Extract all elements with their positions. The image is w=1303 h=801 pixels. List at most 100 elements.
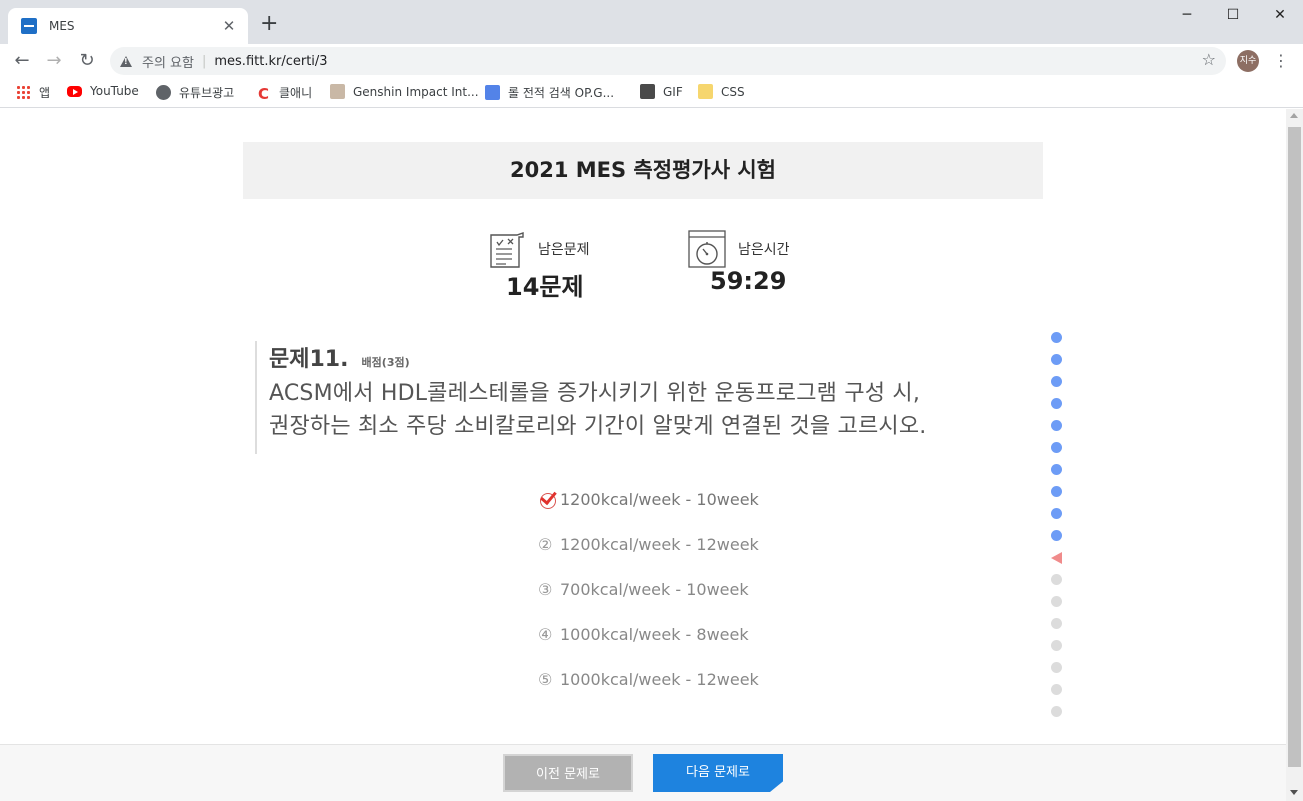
omnibox-divider: | [201,53,207,69]
bookmark-label: GIF [663,84,683,99]
question-score: 배점(3점) [361,356,410,369]
gif-icon [640,84,655,99]
answer-option-4[interactable]: ④ 1000kcal/week - 8week [538,622,749,646]
question-block: 문제11. 배점(3점) ACSM에서 HDL콜레스테롤을 증가시키기 위한 운… [255,341,1015,454]
apps-grid-icon [16,85,31,100]
bookmark-label: 유튜브광고 [179,86,235,100]
answer-option-text: 1000kcal/week - 12week [560,669,759,689]
site-favicon-icon [21,18,37,34]
remaining-time-box: 남은시간 59:29 [688,227,818,307]
globe-icon [156,85,171,100]
answer-option-text: 1200kcal/week - 10week [560,489,759,509]
question-nav-dot-10[interactable] [1051,530,1062,541]
bookmark-star-icon[interactable]: ☆ [1202,50,1216,69]
question-nav-dot-5[interactable] [1051,420,1062,431]
question-nav-dot-3[interactable] [1051,376,1062,387]
profile-avatar[interactable]: 지수 [1237,50,1259,72]
tab-title: MES [49,19,75,33]
question-nav-dot-15[interactable] [1051,640,1062,651]
next-question-button[interactable]: 다음 문제로 [653,754,783,792]
answer-option-2[interactable]: ② 1200kcal/week - 12week [538,532,759,556]
bookmark-label: CSS [721,84,745,99]
remaining-questions-value: 14문제 [506,273,584,301]
question-text-line-2: 권장하는 최소 주당 소비칼로리와 기간이 알맞게 연결된 것을 고르시오. [269,414,927,439]
bookmark-label: 클애니 [279,86,313,100]
question-nav-dot-6[interactable] [1051,442,1062,453]
bookmark-apps[interactable]: 앱 [16,84,50,101]
bookmark-clani[interactable]: C 클애니 [256,84,313,103]
remaining-questions-box: 남은문제 14문제 [488,227,618,307]
stopwatch-icon [688,230,726,268]
option-number: ⑤ [538,669,553,689]
answer-option-1[interactable]: 1200kcal/week - 10week [538,487,759,511]
answer-option-5[interactable]: ⑤ 1000kcal/week - 12week [538,667,759,691]
url-text[interactable]: mes.fitt.kr/certi/3 [214,54,327,69]
question-nav-dot-8[interactable] [1051,486,1062,497]
bookmark-youtube[interactable]: YouTube [67,84,139,98]
remaining-time-value: 59:29 [710,267,787,295]
browser-tab[interactable]: MES ✕ [8,8,248,44]
exam-title: 2021 MES 측정평가사 시험 [243,142,1043,199]
bookmark-label: 앱 [39,86,51,100]
genshin-icon [330,84,345,99]
youtube-icon [67,85,82,97]
maximize-icon[interactable]: ☐ [1210,4,1256,26]
previous-question-button[interactable]: 이전 문제로 [503,754,633,792]
forward-arrow-icon[interactable]: → [41,48,67,74]
c-logo-icon: C [257,85,269,103]
question-nav-dot-1[interactable] [1051,332,1062,343]
security-warning-text: 주의 요함 [142,55,194,71]
question-nav-dot-14[interactable] [1051,618,1062,629]
new-tab-icon[interactable]: + [260,13,278,35]
option-number: ③ [538,579,553,599]
footer-bar: 이전 문제로 다음 문제로 [0,744,1286,801]
back-arrow-icon[interactable]: ← [9,48,35,74]
scroll-down-arrow-icon[interactable] [1290,790,1298,795]
bookmark-youtube-ads[interactable]: 유튜브광고 [156,84,234,101]
selected-check-icon [538,489,560,509]
question-nav-dot-12[interactable] [1051,574,1062,585]
opgg-icon [485,85,500,100]
question-progress-nav [1051,332,1063,728]
question-text: ACSM에서 HDL콜레스테롤을 증가시키기 위한 운동프로그램 구성 시, 권… [269,377,1015,443]
question-nav-dot-2[interactable] [1051,354,1062,365]
option-number: ② [538,534,553,554]
reload-icon[interactable]: ↻ [74,48,100,74]
answer-option-text: 1200kcal/week - 12week [560,534,759,554]
option-number: ④ [538,624,553,644]
bookmark-label: YouTube [90,84,139,98]
bookmark-css[interactable]: CSS [698,84,745,99]
bookmark-label: Genshin Impact Int... [353,84,479,99]
question-nav-dot-4[interactable] [1051,398,1062,409]
close-window-icon[interactable]: ✕ [1257,4,1303,26]
question-heading: 문제11. 배점(3점) [269,341,1015,373]
scroll-up-arrow-icon[interactable] [1290,113,1298,118]
question-nav-dot-18[interactable] [1051,706,1062,717]
not-secure-warning-icon[interactable] [120,55,132,67]
question-text-line-1: ACSM에서 HDL콜레스테롤을 증가시키기 위한 운동프로그램 구성 시, [269,381,921,406]
question-nav-dot-13[interactable] [1051,596,1062,607]
question-nav-dot-9[interactable] [1051,508,1062,519]
tab-strip: MES ✕ + ─ ☐ ✕ [0,0,1303,44]
question-nav-dot-16[interactable] [1051,662,1062,673]
question-nav-dot-17[interactable] [1051,684,1062,695]
scrollbar-thumb[interactable] [1288,127,1301,767]
answer-option-text: 1000kcal/week - 8week [560,624,749,644]
bookmark-gif[interactable]: GIF [640,84,683,99]
address-bar[interactable]: 주의 요함 | mes.fitt.kr/certi/3 ☆ [110,47,1226,75]
close-tab-icon[interactable]: ✕ [220,17,238,35]
remaining-questions-label: 남은문제 [538,242,590,258]
browser-toolbar: ← → ↻ 주의 요함 | mes.fitt.kr/certi/3 ☆ [0,44,1303,78]
bookmarks-bar: 앱 YouTube 유튜브광고 C 클애니 Genshin Impact Int… [0,78,1303,108]
bookmark-opgg[interactable]: 롤 전적 검색 OP.G... [485,84,614,101]
bookmark-label: 롤 전적 검색 OP.G... [508,86,615,100]
question-nav-dot-7[interactable] [1051,464,1062,475]
browser-menu-icon[interactable]: ⋮ [1273,51,1289,70]
minimize-icon[interactable]: ─ [1164,4,1210,26]
answer-option-3[interactable]: ③ 700kcal/week - 10week [538,577,749,601]
folder-icon [698,84,713,99]
remaining-time-label: 남은시간 [738,242,790,258]
question-nav-dot-11[interactable] [1051,552,1062,564]
bookmark-genshin[interactable]: Genshin Impact Int... [330,84,479,99]
page-scrollbar[interactable] [1286,109,1303,801]
